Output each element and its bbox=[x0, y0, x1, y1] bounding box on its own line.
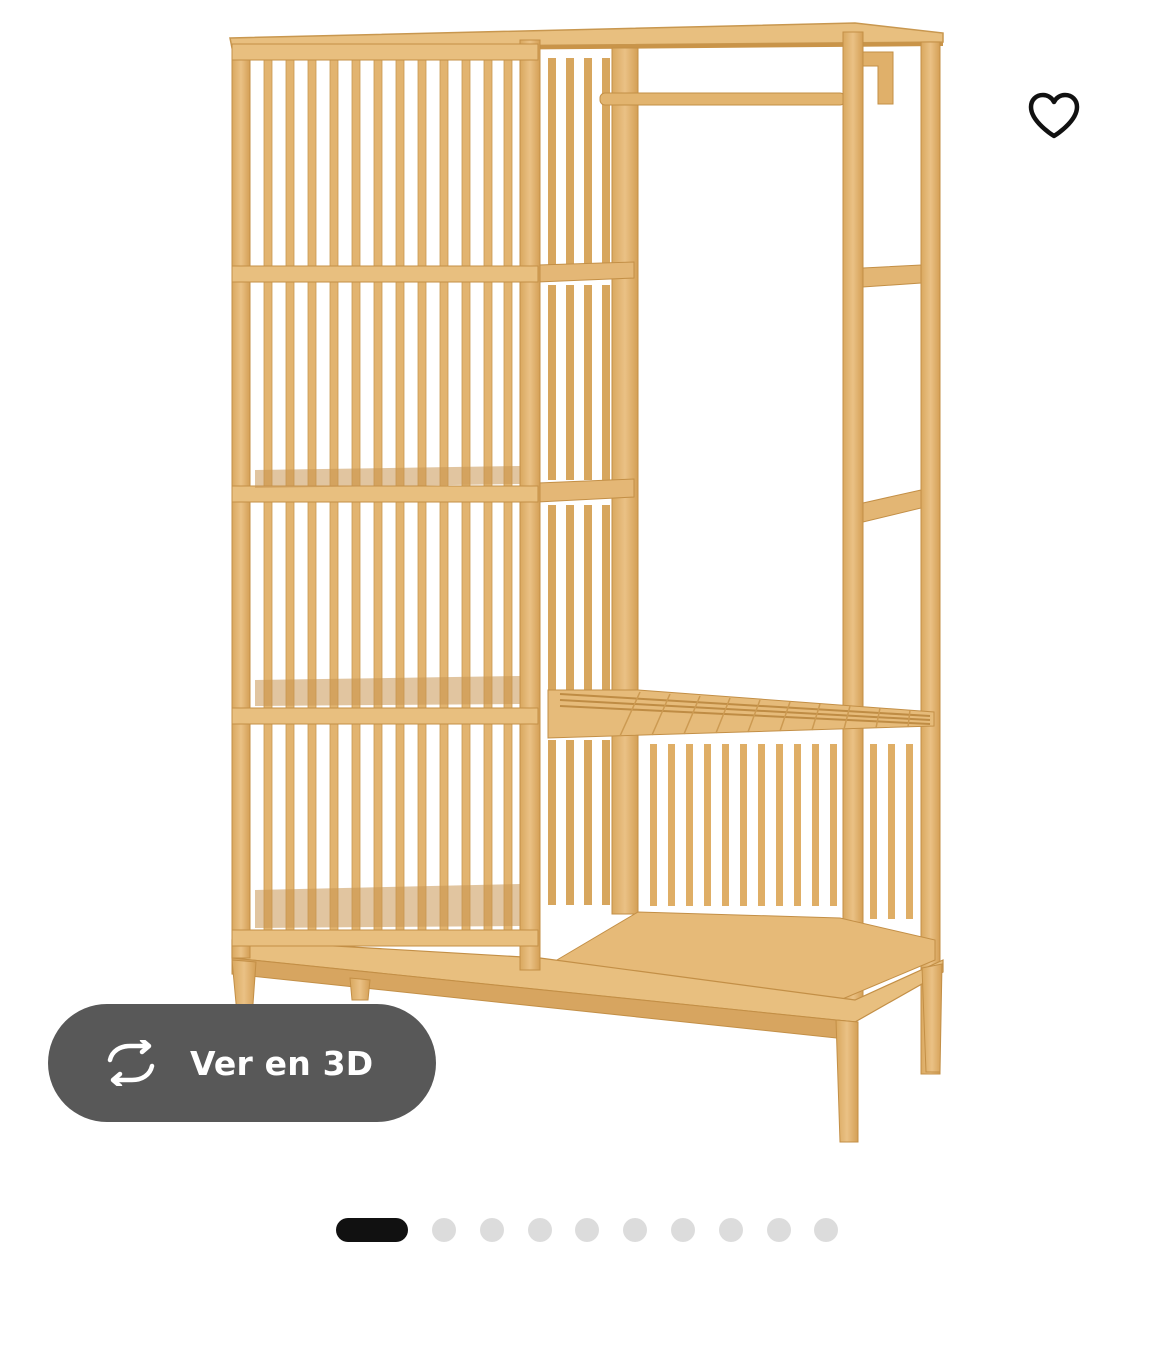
pagination-dot[interactable] bbox=[432, 1218, 456, 1242]
pagination-dot[interactable] bbox=[766, 1218, 791, 1242]
carousel-pagination bbox=[336, 1218, 839, 1242]
pagination-dot[interactable] bbox=[575, 1218, 600, 1242]
rotate-3d-icon bbox=[100, 1040, 162, 1086]
view-in-3d-button[interactable]: Ver en 3D bbox=[48, 1004, 436, 1122]
product-gallery: Ver en 3D bbox=[0, 0, 1173, 1350]
pagination-dot[interactable] bbox=[527, 1218, 552, 1242]
pagination-dot[interactable] bbox=[718, 1218, 743, 1242]
favorite-button[interactable] bbox=[1012, 78, 1096, 154]
pagination-dot[interactable] bbox=[479, 1218, 504, 1242]
pagination-dot-active[interactable] bbox=[336, 1218, 408, 1242]
view-in-3d-label: Ver en 3D bbox=[190, 1043, 374, 1083]
product-image[interactable] bbox=[0, 0, 1173, 1180]
pagination-dot[interactable] bbox=[814, 1218, 839, 1242]
pagination-dot[interactable] bbox=[670, 1218, 695, 1242]
pagination-dot[interactable] bbox=[623, 1218, 648, 1242]
heart-outline-icon bbox=[1028, 92, 1080, 139]
